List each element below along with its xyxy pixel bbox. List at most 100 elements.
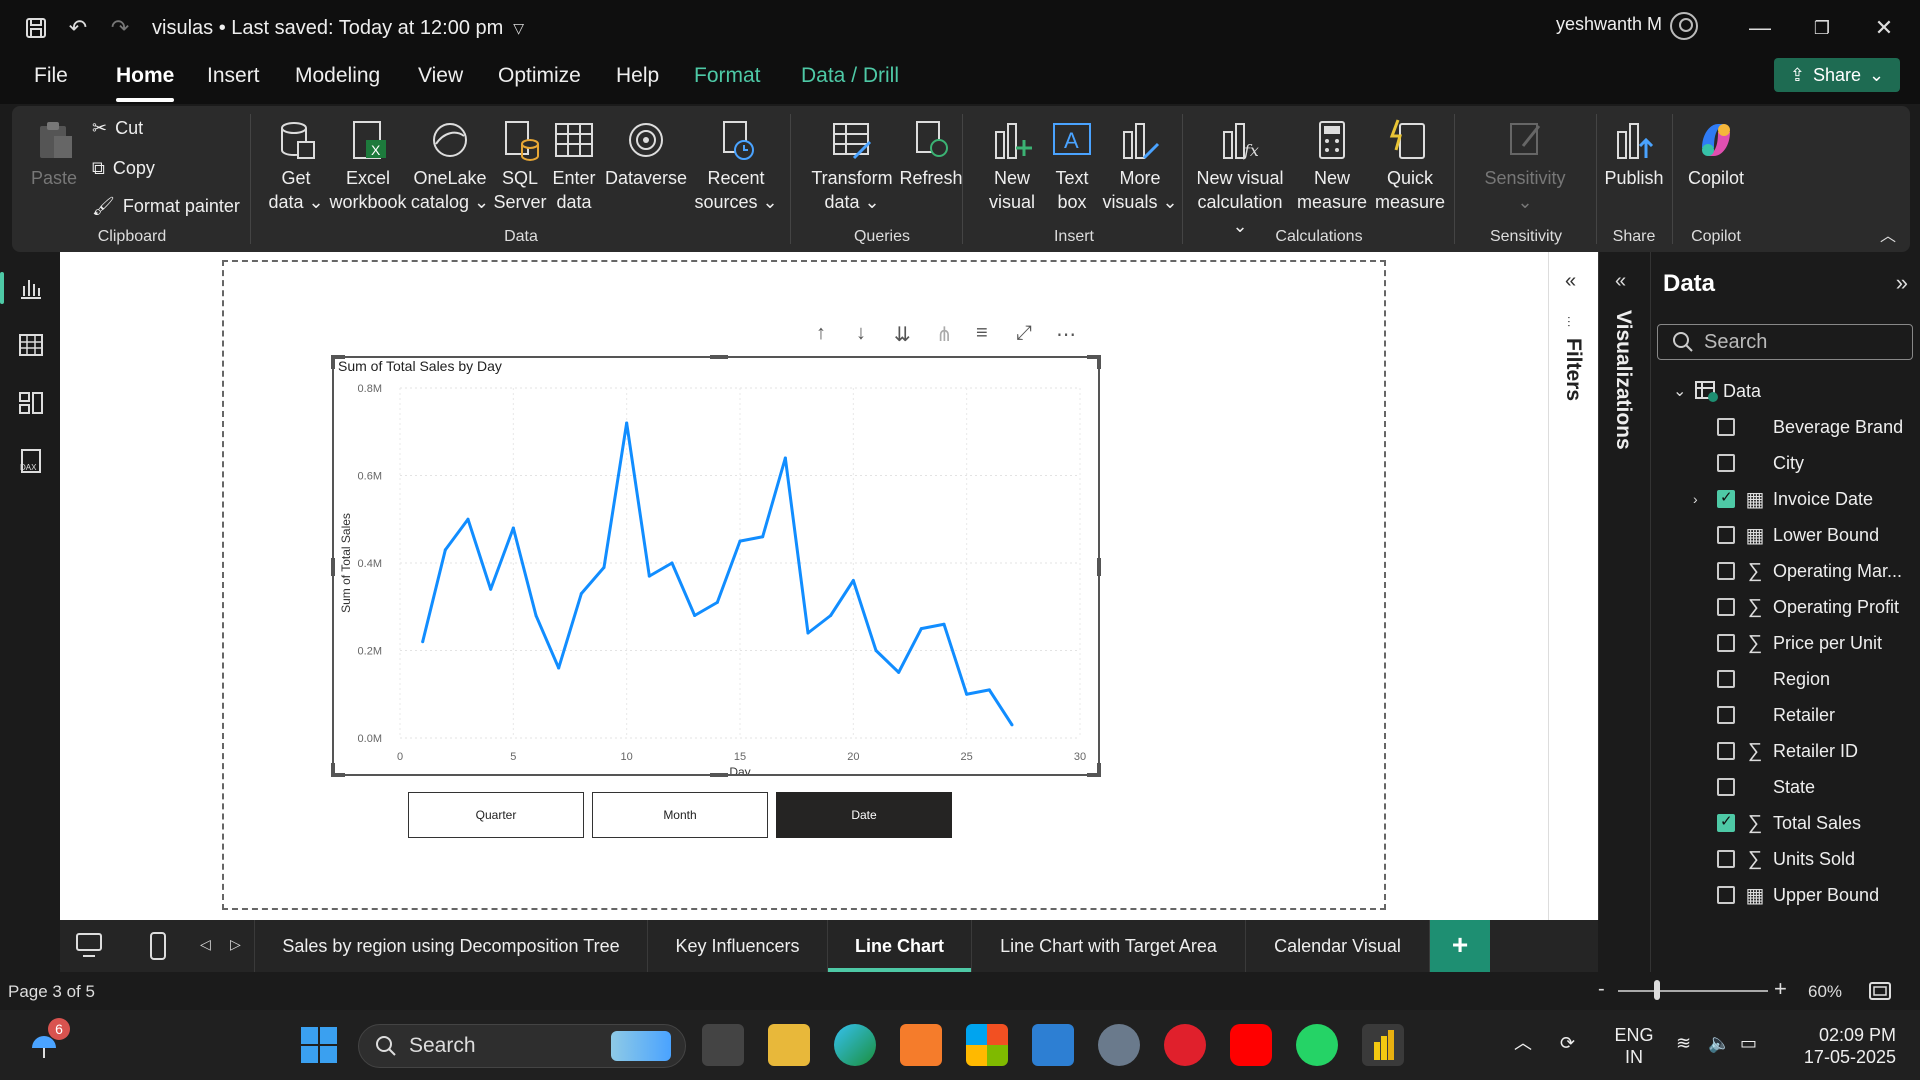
sync-icon[interactable]: ⟳ — [1560, 1032, 1575, 1054]
sql-server-button[interactable]: SQL Server — [492, 118, 548, 214]
menu-modeling[interactable]: Modeling — [295, 64, 380, 100]
model-view-icon[interactable] — [18, 390, 44, 416]
field-checkbox[interactable] — [1717, 526, 1735, 544]
document-title[interactable]: visulas • Last saved: Today at 12:00 pm — [152, 17, 503, 40]
dataverse-button[interactable]: Dataverse — [604, 118, 688, 190]
fit-to-page-icon[interactable] — [1868, 980, 1892, 1002]
field-checkbox[interactable] — [1717, 562, 1735, 580]
language-indicator[interactable]: ENG IN — [1612, 1024, 1656, 1068]
zoom-slider-thumb[interactable] — [1654, 980, 1660, 1000]
field-checkbox[interactable] — [1717, 670, 1735, 688]
field-checkbox[interactable] — [1717, 850, 1735, 868]
expand-all-icon[interactable]: ⇊ — [894, 322, 911, 347]
sensitivity-button[interactable]: Sensitivity ⌄ — [1470, 118, 1580, 214]
file-explorer-icon[interactable] — [768, 1024, 810, 1066]
field-row[interactable]: ∑ Units Sold — [1651, 844, 1920, 874]
resize-handle[interactable] — [331, 558, 335, 576]
menu-format[interactable]: Format — [694, 64, 761, 100]
collapse-ribbon-icon[interactable]: ︿ — [1880, 222, 1896, 246]
taskbar-search[interactable]: Search — [358, 1024, 686, 1068]
page-tab-line-chart-target-area[interactable]: Line Chart with Target Area — [972, 920, 1246, 972]
field-checkbox[interactable] — [1717, 706, 1735, 724]
cut-button[interactable]: ✂ Cut — [92, 118, 143, 139]
field-checkbox[interactable] — [1717, 634, 1735, 652]
field-checkbox[interactable] — [1717, 488, 1735, 508]
menu-insert[interactable]: Insert — [207, 64, 260, 100]
field-checkbox[interactable] — [1717, 778, 1735, 796]
menu-help[interactable]: Help — [616, 64, 659, 100]
whatsapp-icon[interactable] — [1296, 1024, 1338, 1066]
minimize-icon[interactable]: — — [1742, 10, 1778, 46]
youtube-icon[interactable] — [1230, 1024, 1272, 1066]
slicer-button-date[interactable]: Date — [776, 792, 952, 838]
page-tab-decomposition-tree[interactable]: Sales by region using Decomposition Tree — [254, 920, 648, 972]
chevron-right-icon[interactable]: › — [1693, 491, 1698, 507]
page-tab-calendar-visual[interactable]: Calendar Visual — [1246, 920, 1430, 972]
onelake-catalog-button[interactable]: OneLake catalog ⌄ — [408, 118, 492, 214]
resize-handle[interactable] — [331, 763, 335, 777]
menu-home[interactable]: Home — [116, 64, 175, 102]
visualizations-label[interactable]: Visualizations — [1611, 310, 1635, 450]
field-checkbox[interactable] — [1717, 598, 1735, 616]
field-row[interactable]: ∑ Operating Profit — [1651, 592, 1920, 622]
resize-handle[interactable] — [331, 355, 335, 369]
close-icon[interactable]: ✕ — [1866, 10, 1902, 46]
next-page-icon[interactable]: ▷ — [230, 936, 241, 953]
zoom-in-icon[interactable]: + — [1774, 976, 1787, 1002]
field-row[interactable]: City — [1651, 448, 1920, 478]
field-checkbox[interactable] — [1717, 454, 1735, 472]
expand-hierarchy-icon[interactable]: ⋔ — [936, 322, 953, 347]
drill-up-icon[interactable]: ↑ — [816, 322, 826, 345]
field-row[interactable]: Beverage Brand — [1651, 412, 1920, 442]
chevron-down-icon[interactable]: ⌄ — [1673, 381, 1686, 401]
paste-button[interactable]: Paste — [26, 118, 82, 190]
copilot-button[interactable]: Copilot — [1676, 118, 1756, 190]
previous-page-icon[interactable]: ◁ — [200, 936, 211, 953]
field-row[interactable]: Retailer — [1651, 700, 1920, 730]
field-checkbox[interactable] — [1717, 742, 1735, 760]
photos-icon[interactable] — [1032, 1024, 1074, 1066]
copy-button[interactable]: ⧉ Copy — [92, 158, 155, 179]
mobile-layout-icon[interactable] — [148, 932, 168, 960]
field-row[interactable]: ▦ Lower Bound — [1651, 520, 1920, 550]
opera-icon[interactable] — [1164, 1024, 1206, 1066]
field-row[interactable]: ▦ Upper Bound — [1651, 880, 1920, 910]
user-name[interactable]: yeshwanth M — [1556, 14, 1662, 35]
enter-data-button[interactable]: Enter data — [548, 118, 600, 214]
xampp-icon[interactable] — [900, 1024, 942, 1066]
table-node-data[interactable]: ⌄ Data — [1651, 376, 1920, 406]
filters-pane[interactable]: « ⫶ Filters — [1548, 252, 1598, 920]
field-checkbox[interactable] — [1717, 418, 1735, 436]
new-measure-button[interactable]: New measure — [1296, 118, 1368, 214]
save-icon[interactable] — [16, 8, 56, 48]
publish-button[interactable]: Publish — [1598, 118, 1670, 190]
slicer-button-quarter[interactable]: Quarter — [408, 792, 584, 838]
new-visual-button[interactable]: New visual — [984, 118, 1040, 214]
field-row[interactable]: ∑ Retailer ID — [1651, 736, 1920, 766]
menu-view[interactable]: View — [418, 64, 463, 100]
format-painter-button[interactable]: 🖌 Format painter — [92, 196, 240, 217]
slicer-button-month[interactable]: Month — [592, 792, 768, 838]
dax-query-view-icon[interactable]: DAX — [18, 448, 44, 474]
menu-data-drill[interactable]: Data / Drill — [801, 64, 899, 100]
show-hidden-icons[interactable]: ︿ — [1514, 1032, 1532, 1054]
page-tab-key-influencers[interactable]: Key Influencers — [648, 920, 828, 972]
settings-icon[interactable] — [1098, 1024, 1140, 1066]
field-row[interactable]: ∑ Price per Unit — [1651, 628, 1920, 658]
clock[interactable]: 02:09 PM 17-05-2025 — [1786, 1024, 1896, 1068]
share-button[interactable]: ⇪ Share ⌄ — [1774, 58, 1900, 92]
filters-label[interactable]: Filters — [1561, 338, 1585, 401]
field-row[interactable]: State — [1651, 772, 1920, 802]
field-row[interactable]: Region — [1651, 664, 1920, 694]
resize-handle[interactable] — [1097, 355, 1101, 369]
weather-icon[interactable]: 6 — [28, 1018, 70, 1064]
new-visual-calculation-button[interactable]: fx New visual calculation ⌄ — [1190, 118, 1290, 238]
filter-icon[interactable]: ≡ — [976, 322, 988, 345]
desktop-layout-icon[interactable] — [74, 932, 104, 958]
field-row[interactable]: ∑ Total Sales — [1651, 808, 1920, 838]
microsoft-store-icon[interactable] — [966, 1024, 1008, 1066]
zoom-level[interactable]: 60% — [1808, 982, 1842, 1002]
focus-mode-icon[interactable]: ⤢ — [1016, 322, 1032, 345]
avatar[interactable] — [1670, 12, 1698, 40]
resize-handle[interactable] — [710, 355, 728, 359]
